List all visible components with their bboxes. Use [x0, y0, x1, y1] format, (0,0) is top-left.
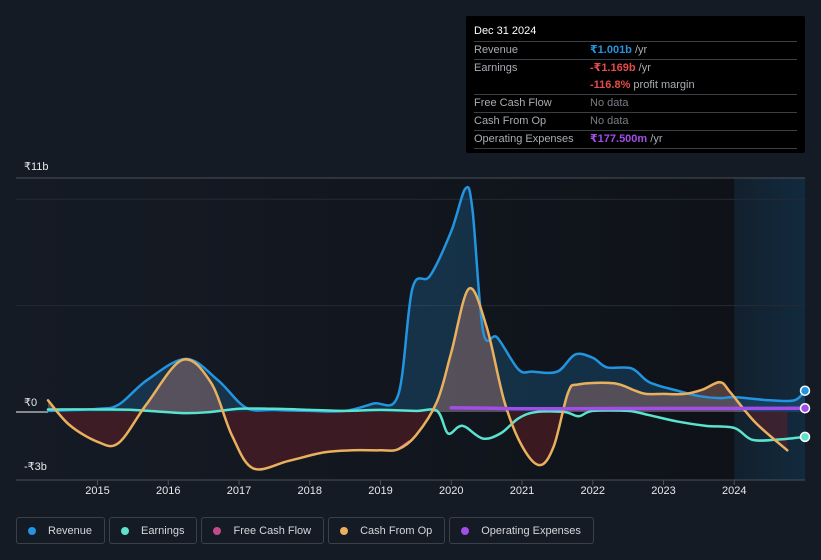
line-operating-expenses	[449, 405, 805, 411]
legend-item-cash-from-op[interactable]: Cash From Op	[328, 517, 446, 544]
y-tick-label-bottom: -₹3b	[24, 461, 47, 473]
tooltip-label: Revenue	[474, 44, 519, 56]
tooltip-row-earnings: Earnings -₹1.169b /yr	[474, 59, 797, 77]
legend-dot-icon	[461, 526, 470, 535]
x-tick-label: 2020	[439, 485, 464, 497]
x-tick-label: 2018	[297, 485, 322, 497]
end-marker-operating-expenses[interactable]	[799, 402, 811, 414]
x-tick-label: 2017	[226, 485, 252, 497]
legend-dot-icon	[340, 526, 349, 535]
legend-label: Free Cash Flow	[233, 524, 312, 537]
legend-label: Earnings	[141, 524, 185, 537]
tooltip-value: -116.8%	[590, 79, 631, 91]
tooltip-row-free-cash-flow: Free Cash Flow No data	[474, 94, 797, 112]
x-tick-label: 2015	[85, 485, 110, 497]
legend-label: Operating Expenses	[481, 524, 581, 537]
legend-label: Cash From Op	[360, 524, 433, 537]
tooltip-row-revenue: Revenue ₹1.001b /yr	[474, 41, 797, 59]
tooltip-label: Cash From Op	[474, 115, 547, 127]
tooltip-value: ₹177.500m	[590, 133, 648, 145]
legend-dot-icon	[121, 526, 130, 535]
tooltip-suffix: profit margin	[630, 79, 695, 91]
legend: Revenue Earnings Free Cash Flow Cash Fro…	[16, 517, 594, 544]
tooltip-label: Free Cash Flow	[474, 97, 552, 109]
legend-item-free-cash-flow[interactable]: Free Cash Flow	[201, 517, 325, 544]
tooltip-row-cash-from-op: Cash From Op No data	[474, 112, 797, 130]
y-tick-label-top: ₹11b	[24, 161, 49, 173]
tooltip-suffix: No data	[590, 97, 629, 109]
tooltip-suffix: No data	[590, 115, 629, 127]
tooltip-row-profit-margin: -116.8% profit margin	[474, 77, 797, 94]
x-tick-label: 2023	[651, 485, 676, 497]
end-marker-earnings[interactable]	[799, 431, 811, 443]
tooltip-value: ₹1.001b	[590, 44, 632, 56]
tooltip-value: -₹1.169b	[590, 62, 636, 74]
y-tick-label-zero: ₹0	[24, 397, 38, 409]
legend-dot-icon	[213, 526, 222, 535]
tooltip-suffix: /yr	[635, 62, 651, 74]
legend-dot-icon	[28, 526, 36, 535]
x-tick-label: 2021	[509, 485, 535, 497]
tooltip-label: Operating Expenses	[474, 133, 574, 145]
x-tick-label: 2016	[156, 485, 181, 497]
x-tick-label: 2019	[368, 485, 393, 497]
legend-label: Revenue	[48, 524, 93, 537]
legend-item-operating-expenses[interactable]: Operating Expenses	[449, 517, 594, 544]
x-tick-label: 2024	[722, 485, 747, 497]
legend-item-earnings[interactable]: Earnings	[109, 517, 198, 544]
legend-item-revenue[interactable]: Revenue	[16, 517, 106, 544]
tooltip-row-operating-expenses: Operating Expenses ₹177.500m /yr	[474, 130, 797, 149]
tooltip-label	[474, 77, 590, 94]
tooltip-suffix: /yr	[631, 44, 648, 56]
tooltip-date: Dec 31 2024	[474, 25, 537, 37]
tooltip-label: Earnings	[474, 62, 518, 74]
tooltip: Dec 31 2024 Revenue ₹1.001b /yr Earnings…	[466, 16, 805, 153]
x-tick-label: 2022	[580, 485, 605, 497]
tooltip-suffix: /yr	[647, 133, 663, 145]
end-marker-revenue[interactable]	[799, 385, 811, 396]
